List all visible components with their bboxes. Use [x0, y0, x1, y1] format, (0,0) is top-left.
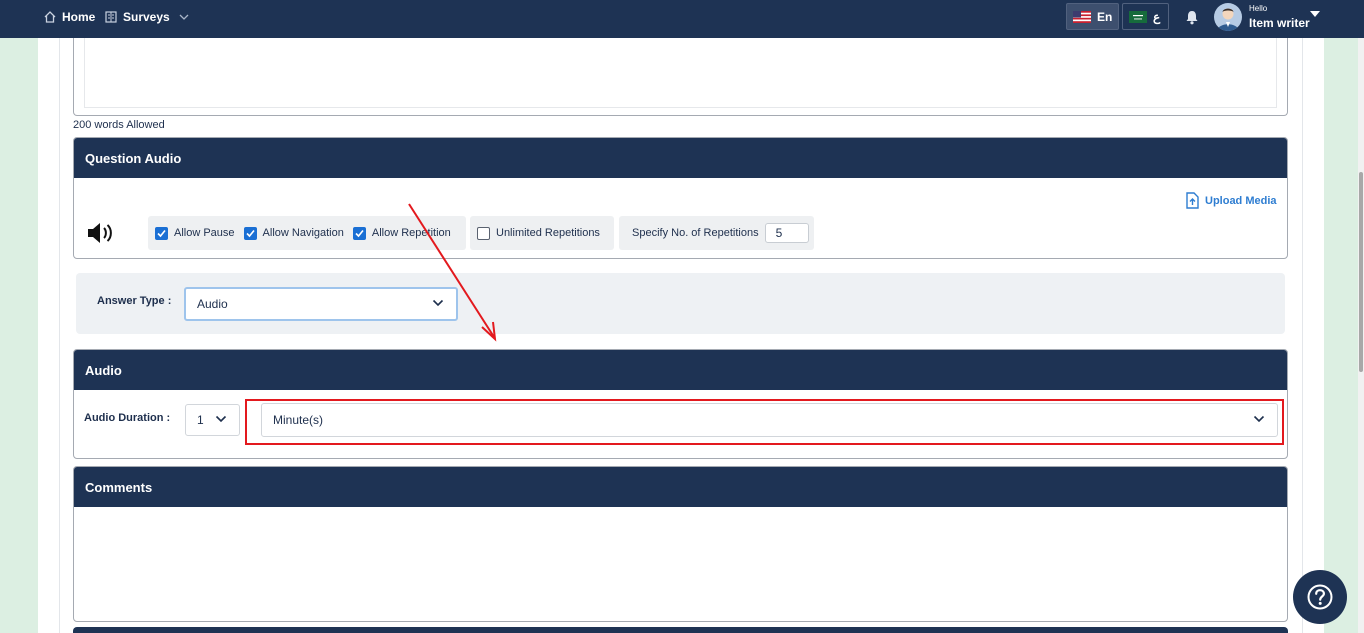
unlimited-repetitions-option[interactable]: Unlimited Repetitions	[477, 226, 600, 240]
comments-card: Comments	[73, 466, 1288, 622]
user-menu-caret-icon[interactable]	[1310, 11, 1320, 18]
repetitions-count-group: Specify No. of Repetitions 5	[619, 216, 814, 250]
survey-icon	[105, 11, 117, 23]
allow-repetition-option[interactable]: Allow Repetition	[352, 226, 451, 240]
next-card-header	[73, 627, 1288, 633]
nav-surveys[interactable]: Surveys	[104, 0, 195, 34]
language-ar-button[interactable]: ع	[1122, 3, 1169, 30]
unlimited-repetitions-group: Unlimited Repetitions	[470, 216, 614, 250]
allow-pause-checkbox[interactable]	[155, 226, 168, 240]
help-button[interactable]	[1293, 570, 1347, 624]
audio-card-title: Audio	[74, 350, 1287, 390]
language-ar-label: ع	[1153, 9, 1161, 24]
saudi-flag-icon	[1129, 10, 1147, 23]
question-text-editor[interactable]	[73, 38, 1288, 116]
audio-duration-value-select[interactable]: 1	[185, 404, 240, 436]
upload-media-label: Upload Media	[1205, 194, 1277, 207]
chevron-down-icon	[432, 299, 444, 307]
allow-repetition-label: Allow Repetition	[371, 227, 451, 239]
unlimited-repetitions-label: Unlimited Repetitions	[496, 227, 600, 239]
word-limit-note: 200 words Allowed	[73, 119, 165, 131]
repetitions-count-label: Specify No. of Repetitions	[632, 227, 759, 239]
language-en-button[interactable]: En	[1066, 3, 1120, 30]
allow-pause-label: Allow Pause	[174, 227, 235, 239]
annotation-highlight-box	[245, 399, 1284, 445]
allow-repetition-checkbox[interactable]	[352, 226, 366, 240]
greeting-text: Hello	[1249, 4, 1268, 13]
playback-options-group: Allow Pause Allow Navigation Allow Repet…	[148, 216, 466, 250]
audio-duration-value: 1	[197, 413, 204, 427]
question-audio-title: Question Audio	[74, 138, 1287, 178]
language-en-label: En	[1097, 9, 1113, 24]
allow-pause-option[interactable]: Allow Pause	[155, 226, 235, 240]
answer-type-label: Answer Type :	[97, 295, 172, 307]
unlimited-repetitions-checkbox[interactable]	[477, 226, 490, 240]
repetitions-count-input[interactable]: 5	[764, 223, 809, 243]
allow-navigation-label: Allow Navigation	[262, 227, 344, 239]
upload-file-icon	[1186, 192, 1199, 209]
question-text-input[interactable]	[84, 38, 1277, 108]
content-left-rule	[59, 38, 60, 633]
username-text: Item writer	[1249, 16, 1310, 30]
help-icon	[1307, 584, 1333, 610]
comments-input[interactable]	[74, 507, 1287, 621]
content-right-rule	[1302, 38, 1303, 633]
home-icon	[44, 11, 56, 23]
upload-media-link[interactable]: Upload Media	[1185, 192, 1277, 209]
avatar[interactable]	[1214, 3, 1242, 31]
chevron-down-icon	[215, 415, 227, 423]
audio-duration-label: Audio Duration :	[84, 412, 171, 424]
us-flag-icon	[1073, 10, 1091, 23]
nav-surveys-label: Surveys	[123, 10, 170, 24]
bell-icon[interactable]	[1185, 9, 1199, 25]
answer-type-value: Audio	[197, 297, 228, 311]
speaker-icon[interactable]	[86, 220, 114, 246]
page-scroll-thumb[interactable]	[1359, 172, 1363, 372]
allow-navigation-checkbox[interactable]	[243, 226, 257, 240]
chevron-down-icon	[179, 14, 189, 20]
nav-home-label: Home	[62, 10, 96, 24]
comments-title: Comments	[74, 467, 1287, 507]
nav-home[interactable]: Home	[43, 0, 95, 34]
allow-navigation-option[interactable]: Allow Navigation	[243, 226, 344, 240]
answer-type-select[interactable]: Audio	[184, 287, 458, 321]
